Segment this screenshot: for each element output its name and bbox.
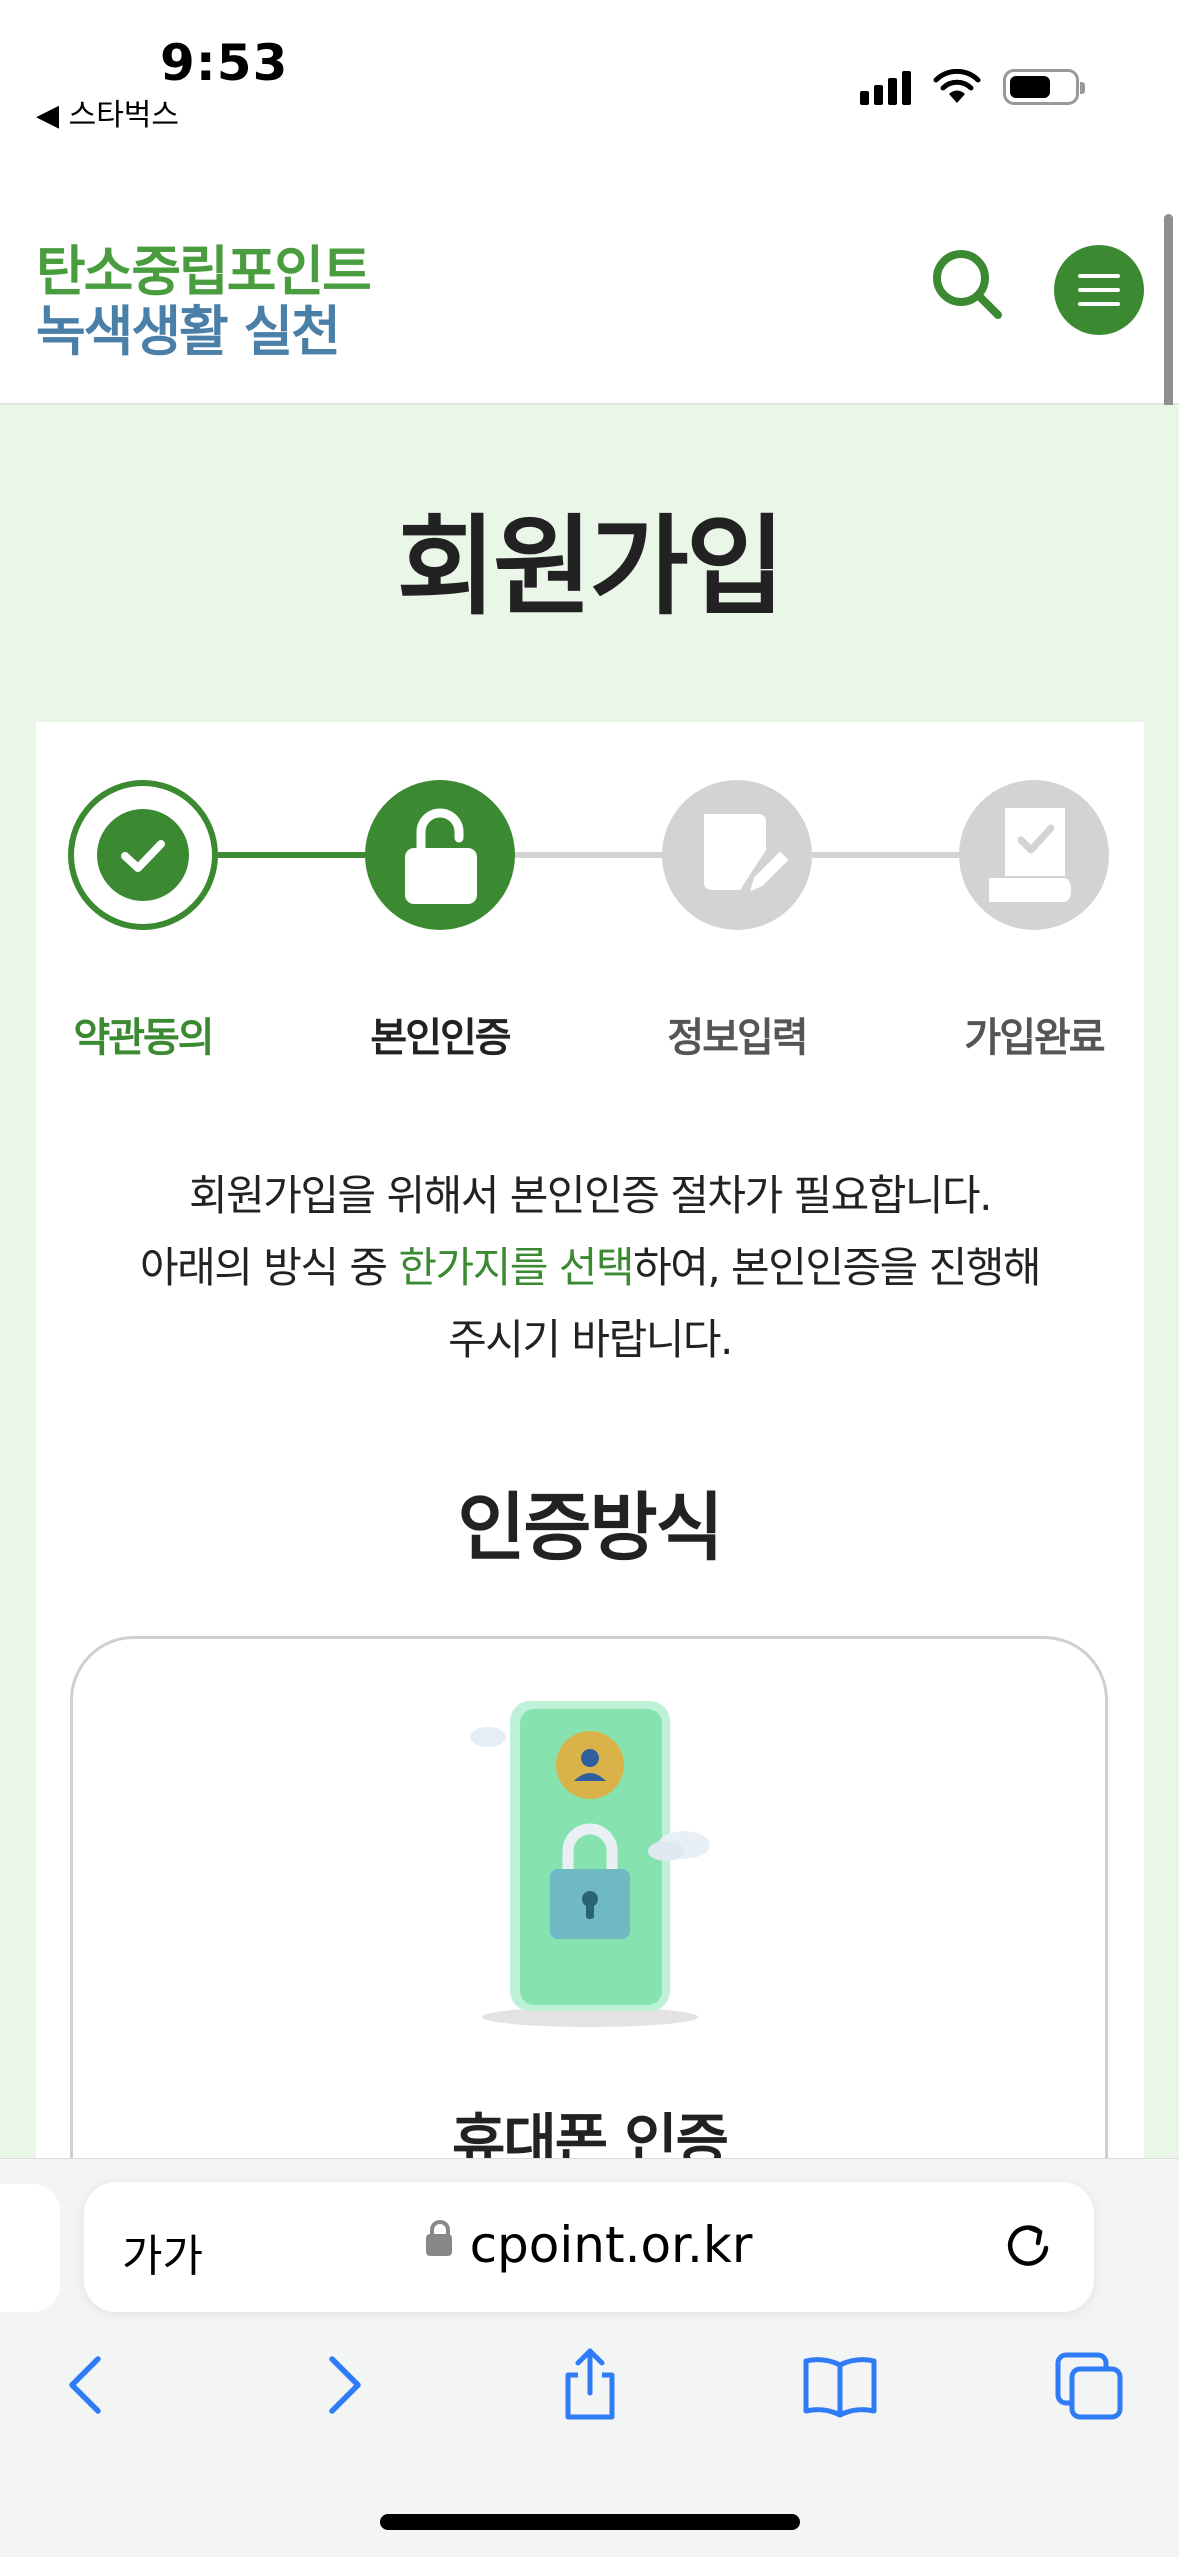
description-line3: 주시기 바랍니다. bbox=[448, 1315, 733, 1364]
page-title: 회원가입 bbox=[396, 505, 785, 630]
description-line2: 아래의 방식 중 한가지를 선택하여, 본인인증을 진행해 bbox=[60, 1232, 1120, 1304]
description-highlight: 한가지를 선택 bbox=[398, 1243, 634, 1292]
step-connector bbox=[812, 852, 962, 858]
checkmark-icon bbox=[121, 840, 165, 872]
address-bar[interactable]: 가가 cpoint.or.kr bbox=[84, 2182, 1094, 2312]
auth-method-heading: 인증방식 bbox=[457, 1485, 723, 1571]
status-indicators bbox=[860, 66, 1085, 108]
home-indicator bbox=[380, 2514, 800, 2530]
back-to-app-link[interactable]: ◀ 스타벅스 bbox=[36, 90, 179, 134]
step-signup-complete bbox=[959, 780, 1109, 930]
cellular-signal-icon bbox=[860, 69, 911, 105]
url-text: cpoint.or.kr bbox=[469, 2216, 753, 2274]
step-label-verification: 본인인증 bbox=[370, 1015, 511, 1061]
bookmarks-icon[interactable] bbox=[800, 2345, 880, 2425]
step-terms-agreement bbox=[68, 780, 218, 930]
step-connector bbox=[515, 852, 665, 858]
description-text: 아래의 방식 중 bbox=[139, 1243, 399, 1292]
back-arrow-icon[interactable] bbox=[48, 2345, 128, 2425]
reload-icon[interactable] bbox=[1000, 2218, 1056, 2274]
step-label-terms: 약관동의 bbox=[73, 1015, 214, 1061]
step-identity-verification bbox=[365, 780, 515, 930]
phone-lock-illustration bbox=[470, 1701, 710, 2027]
battery-icon bbox=[1003, 69, 1085, 105]
hamburger-menu-button[interactable] bbox=[1054, 245, 1144, 335]
tabs-icon[interactable] bbox=[1050, 2345, 1130, 2425]
url-display[interactable]: cpoint.or.kr bbox=[84, 2216, 1094, 2274]
verification-description: 회원가입을 위해서 본인인증 절차가 필요합니다. 아래의 방식 중 한가지를 … bbox=[60, 1160, 1120, 1376]
lock-icon bbox=[425, 2219, 452, 2256]
description-text: 하여, 본인인증을 진행해 bbox=[633, 1243, 1041, 1292]
step-information-entry bbox=[662, 780, 812, 930]
step-label-complete: 가입완료 bbox=[964, 1015, 1105, 1061]
search-icon[interactable] bbox=[928, 245, 1008, 325]
logo-subtitle[interactable]: 녹색생활 실천 bbox=[36, 287, 341, 366]
wifi-icon bbox=[933, 69, 981, 103]
document-check-icon bbox=[989, 808, 1071, 902]
unlock-icon bbox=[405, 808, 477, 904]
edit-document-icon bbox=[704, 814, 796, 901]
status-time: 9:53 bbox=[160, 34, 289, 92]
previous-tab-preview[interactable] bbox=[0, 2184, 60, 2312]
step-label-info: 정보입력 bbox=[667, 1015, 808, 1061]
description-line1: 회원가입을 위해서 본인인증 절차가 필요합니다. bbox=[188, 1171, 993, 1220]
share-icon[interactable] bbox=[550, 2345, 630, 2425]
step-connector-done bbox=[218, 852, 368, 858]
forward-arrow-icon[interactable] bbox=[302, 2345, 382, 2425]
site-header: 탄소중립포인트 녹색생활 실천 bbox=[0, 175, 1179, 405]
